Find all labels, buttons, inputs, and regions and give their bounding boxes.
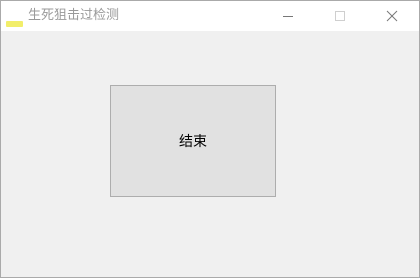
window-title: 生死狙击过检测 xyxy=(28,8,120,23)
minimize-icon xyxy=(282,7,294,26)
minimize-button[interactable] xyxy=(265,1,311,31)
end-button[interactable]: 结束 xyxy=(110,85,276,197)
maximize-button xyxy=(317,1,363,31)
close-icon xyxy=(386,7,398,26)
app-icon xyxy=(6,12,23,27)
title-bar[interactable]: 生死狙击过检测 xyxy=(1,1,419,31)
close-button[interactable] xyxy=(369,1,415,31)
maximize-icon xyxy=(334,7,346,26)
app-window: 生死狙击过检测 结束 xyxy=(0,0,420,278)
client-area: 结束 xyxy=(1,31,419,277)
